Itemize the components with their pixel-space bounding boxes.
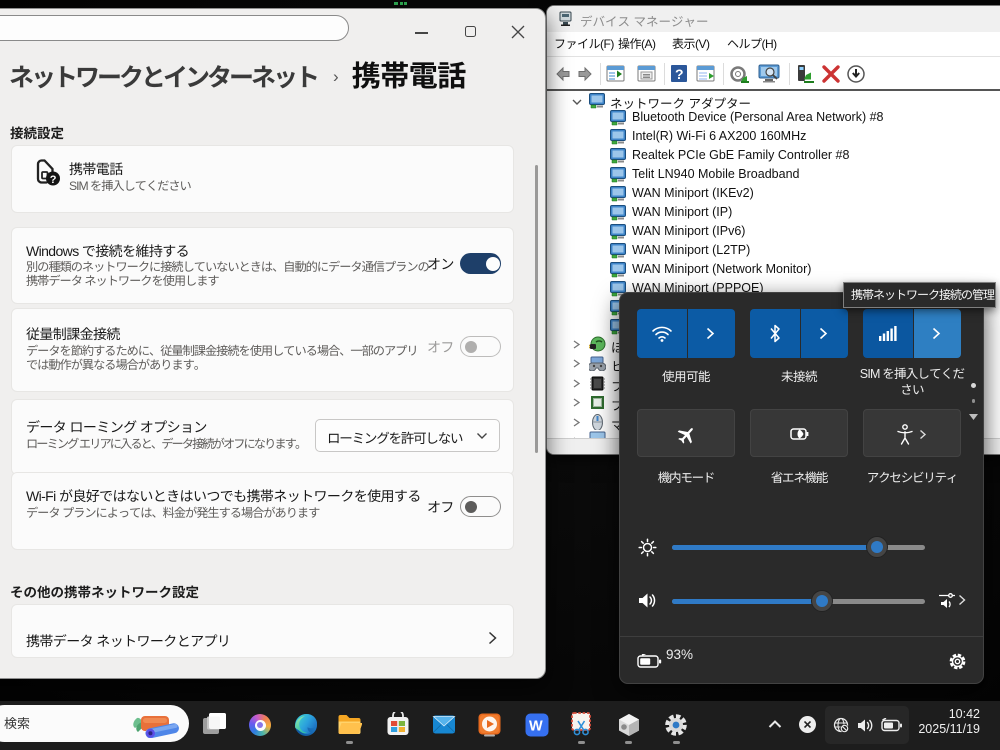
svg-text:?: ? <box>675 66 684 82</box>
svg-text:W: W <box>529 719 543 735</box>
svg-text:?: ? <box>50 174 57 186</box>
